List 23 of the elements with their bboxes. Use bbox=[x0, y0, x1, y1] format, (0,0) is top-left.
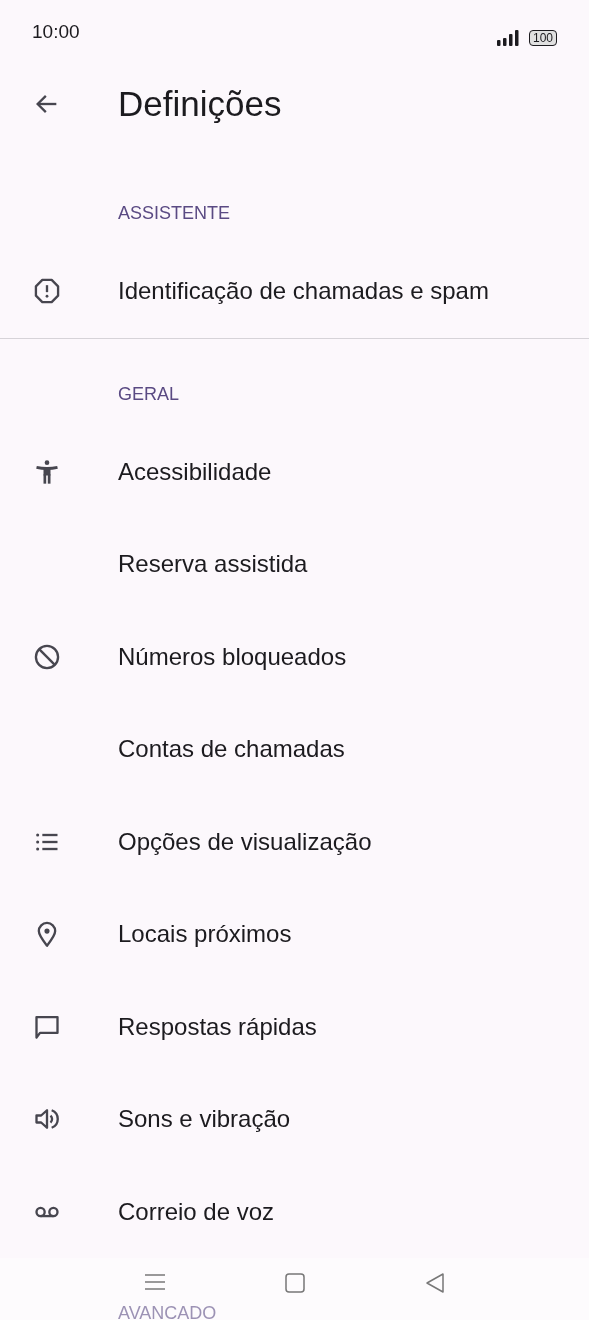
settings-item[interactable]: Sons e vibração bbox=[0, 1073, 589, 1166]
status-time: 10:00 bbox=[32, 19, 80, 44]
accessibility-icon bbox=[33, 457, 61, 486]
section-header: GERAL bbox=[118, 383, 180, 404]
settings-item[interactable]: Contas de chamadas bbox=[0, 703, 589, 796]
settings-item[interactable]: Identificação de chamadas e spam bbox=[0, 245, 589, 338]
block-icon bbox=[33, 642, 61, 671]
signal-icon bbox=[496, 30, 521, 46]
settings-item[interactable]: Respostas rápidas bbox=[0, 980, 589, 1073]
section-header: AVANCADO bbox=[118, 1303, 217, 1320]
back-icon[interactable] bbox=[423, 1272, 446, 1294]
alert-icon bbox=[33, 277, 61, 306]
settings-item[interactable]: Números bloqueados bbox=[0, 610, 589, 703]
settings-item[interactable]: Opções de visualização bbox=[0, 795, 589, 888]
settings-item[interactable]: Reserva assistida bbox=[0, 518, 589, 611]
section-header: ASSISTENTE bbox=[118, 203, 231, 223]
home-icon[interactable] bbox=[283, 1272, 306, 1294]
page-title: Definições bbox=[118, 82, 282, 125]
settings-item[interactable]: Correio de voz bbox=[0, 1165, 589, 1258]
settings-item[interactable]: Acessibilidade bbox=[0, 425, 589, 518]
battery-indicator: 100 bbox=[528, 30, 557, 46]
settings-item[interactable]: Locais próximos bbox=[0, 888, 589, 981]
menu-icon[interactable] bbox=[143, 1272, 166, 1292]
